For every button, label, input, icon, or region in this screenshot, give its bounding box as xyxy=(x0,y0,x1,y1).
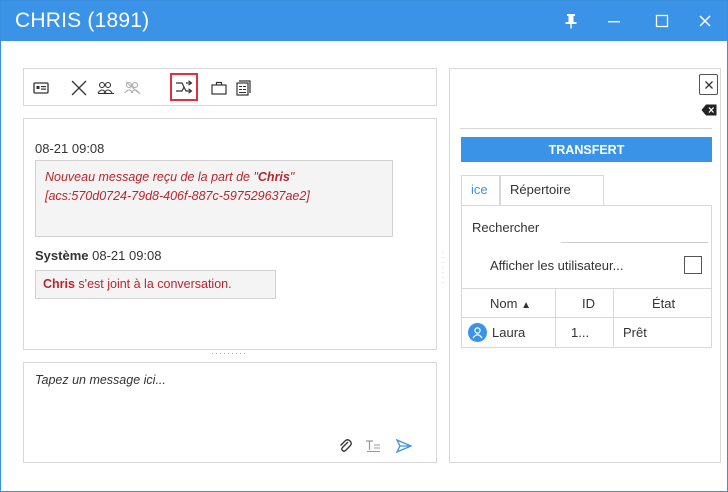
divider xyxy=(460,128,712,129)
end-interaction-icon[interactable] xyxy=(68,77,90,99)
column-header-id[interactable]: ID xyxy=(582,289,595,318)
incoming-message: Nouveau message reçu de la part de "Chri… xyxy=(35,160,393,237)
vertical-splitter-grip[interactable]: · · · · · · · xyxy=(440,249,446,287)
cell-id: 1... xyxy=(571,325,590,340)
user-avatar-icon xyxy=(468,323,487,342)
message-text-suffix: " xyxy=(289,170,295,184)
tab-ice[interactable]: ice xyxy=(461,175,500,205)
cell-status: Prêt xyxy=(623,325,647,340)
contact-card-icon[interactable] xyxy=(30,77,52,99)
message-sender: Chris xyxy=(257,170,290,184)
transfer-panel: TRANSFERT ice Répertoire Rechercher Affi… xyxy=(449,68,721,463)
column-header-status[interactable]: État xyxy=(652,289,675,318)
search-label[interactable]: Rechercher xyxy=(472,220,539,235)
sort-ascending-icon: ▲ xyxy=(521,300,531,311)
chat-transcript[interactable]: 08-21 09:08 Nouveau message reçu de la p… xyxy=(23,118,437,350)
system-timestamp: 08-21 09:08 xyxy=(92,248,162,263)
script-icon[interactable] xyxy=(232,77,254,99)
cell-name: Laura xyxy=(492,325,526,340)
transfer-button[interactable]: TRANSFERT xyxy=(461,137,712,162)
horizontal-splitter-grip[interactable]: ········· xyxy=(211,349,247,358)
minimize-icon[interactable] xyxy=(601,8,627,34)
chat-window: CHRIS (1891) 08-21 09:08 Nouveau message… xyxy=(0,0,728,492)
message-text-prefix: Nouveau message reçu de la part de " xyxy=(45,170,258,184)
show-users-checkbox[interactable] xyxy=(684,256,702,274)
window-title: CHRIS (1891) xyxy=(15,9,150,32)
transfer-icon[interactable] xyxy=(170,73,198,101)
search-input[interactable] xyxy=(561,242,708,243)
clear-icon[interactable] xyxy=(701,104,717,116)
close-panel-icon[interactable] xyxy=(699,74,718,95)
pin-icon[interactable] xyxy=(558,8,584,34)
tab-repertoire[interactable]: Répertoire xyxy=(500,175,604,205)
conference-icon[interactable] xyxy=(95,77,117,99)
system-message-header: Système 08-21 09:08 xyxy=(35,248,162,263)
maximize-icon[interactable] xyxy=(649,8,675,34)
tab-content: Rechercher Afficher les utilisateur... N… xyxy=(461,205,712,348)
text-format-icon[interactable] xyxy=(363,436,383,456)
send-icon[interactable] xyxy=(394,436,414,456)
message-input[interactable] xyxy=(24,363,436,429)
close-icon[interactable] xyxy=(692,8,718,34)
show-users-label: Afficher les utilisateur... xyxy=(490,258,624,273)
attach-icon[interactable] xyxy=(335,436,355,456)
message-detail: [acs:570d0724-79d8-406f-887c-597529637ae… xyxy=(45,189,310,203)
column-header-name[interactable]: Nom ▲ xyxy=(490,289,531,318)
system-user: Chris xyxy=(43,277,75,291)
briefcase-icon[interactable] xyxy=(208,77,230,99)
system-text: s'est joint à la conversation. xyxy=(74,277,232,291)
system-message: Chris s'est joint à la conversation. xyxy=(35,270,276,299)
interaction-toolbar xyxy=(23,68,437,106)
table-row[interactable]: Laura 1... Prêt xyxy=(462,318,711,348)
message-timestamp: 08-21 09:08 xyxy=(35,141,105,156)
compose-area xyxy=(23,362,437,463)
disabled-conference-icon xyxy=(122,77,144,99)
title-bar[interactable]: CHRIS (1891) xyxy=(1,1,727,41)
table-header: Nom ▲ ID État xyxy=(462,288,711,318)
system-label: Système xyxy=(35,248,89,263)
